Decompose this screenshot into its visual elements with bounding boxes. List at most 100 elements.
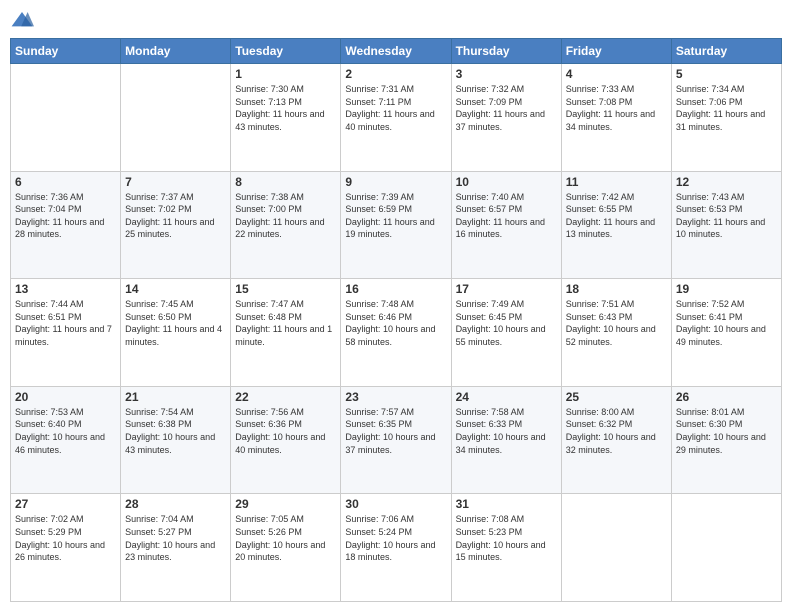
calendar-cell: 11 Sunrise: 7:42 AMSunset: 6:55 PMDayligh… (561, 171, 671, 279)
day-info: Sunrise: 7:54 AMSunset: 6:38 PMDaylight:… (125, 406, 226, 456)
day-info: Sunrise: 7:49 AMSunset: 6:45 PMDaylight:… (456, 298, 557, 348)
calendar-cell: 14 Sunrise: 7:45 AMSunset: 6:50 PMDayligh… (121, 279, 231, 387)
calendar-cell: 22Sunrise: 7:56 AMSunset: 6:36 PMDayligh… (231, 386, 341, 494)
day-number: 24 (456, 390, 557, 404)
day-number: 26 (676, 390, 777, 404)
calendar-cell: 10 Sunrise: 7:40 AMSunset: 6:57 PMDayligh… (451, 171, 561, 279)
calendar-cell: 1Sunrise: 7:30 AMSunset: 7:13 PMDaylight… (231, 64, 341, 172)
calendar-cell: 12Sunrise: 7:43 AMSunset: 6:53 PMDayligh… (671, 171, 781, 279)
day-number: 25 (566, 390, 667, 404)
calendar-week-row: 6 Sunrise: 7:36 AMSunset: 7:04 PMDaylight… (11, 171, 782, 279)
day-number: 21 (125, 390, 226, 404)
calendar-cell: 20 Sunrise: 7:53 AMSunset: 6:40 PMDayligh… (11, 386, 121, 494)
day-info: Sunrise: 7:57 AMSunset: 6:35 PMDaylight:… (345, 406, 446, 456)
calendar-cell (561, 494, 671, 602)
day-info: Sunrise: 7:05 AMSunset: 5:26 PMDaylight:… (235, 513, 336, 563)
day-info: Sunrise: 7:51 AMSunset: 6:43 PMDaylight:… (566, 298, 667, 348)
day-info: Sunrise: 7:32 AMSunset: 7:09 PMDaylight:… (456, 83, 557, 133)
day-info: Sunrise: 7:45 AMSunset: 6:50 PMDaylight:… (125, 298, 226, 348)
day-info: Sunrise: 7:36 AMSunset: 7:04 PMDaylight:… (15, 191, 116, 241)
calendar-cell: 16 Sunrise: 7:48 AMSunset: 6:46 PMDayligh… (341, 279, 451, 387)
calendar-cell: 23 Sunrise: 7:57 AMSunset: 6:35 PMDayligh… (341, 386, 451, 494)
day-info: Sunrise: 7:33 AMSunset: 7:08 PMDaylight:… (566, 83, 667, 133)
day-number: 4 (566, 67, 667, 81)
day-info: Sunrise: 7:47 AMSunset: 6:48 PMDaylight:… (235, 298, 336, 348)
day-info: Sunrise: 7:38 AMSunset: 7:00 PMDaylight:… (235, 191, 336, 241)
calendar-cell: 7 Sunrise: 7:37 AMSunset: 7:02 PMDaylight… (121, 171, 231, 279)
calendar-week-row: 27 Sunrise: 7:02 AMSunset: 5:29 PMDayligh… (11, 494, 782, 602)
calendar-cell: 26 Sunrise: 8:01 AMSunset: 6:30 PMDayligh… (671, 386, 781, 494)
calendar-cell: 6 Sunrise: 7:36 AMSunset: 7:04 PMDaylight… (11, 171, 121, 279)
day-of-week-header: Saturday (671, 39, 781, 64)
day-info: Sunrise: 7:37 AMSunset: 7:02 PMDaylight:… (125, 191, 226, 241)
calendar-cell: 3Sunrise: 7:32 AMSunset: 7:09 PMDaylight… (451, 64, 561, 172)
day-number: 17 (456, 282, 557, 296)
day-number: 18 (566, 282, 667, 296)
calendar-cell (671, 494, 781, 602)
calendar-cell: 5 Sunrise: 7:34 AMSunset: 7:06 PMDaylight… (671, 64, 781, 172)
calendar-cell: 29Sunrise: 7:05 AMSunset: 5:26 PMDayligh… (231, 494, 341, 602)
day-info: Sunrise: 7:58 AMSunset: 6:33 PMDaylight:… (456, 406, 557, 456)
day-number: 31 (456, 497, 557, 511)
day-number: 30 (345, 497, 446, 511)
day-number: 5 (676, 67, 777, 81)
day-info: Sunrise: 7:04 AMSunset: 5:27 PMDaylight:… (125, 513, 226, 563)
day-number: 28 (125, 497, 226, 511)
day-number: 9 (345, 175, 446, 189)
day-info: Sunrise: 8:00 AMSunset: 6:32 PMDaylight:… (566, 406, 667, 456)
calendar-cell: 17 Sunrise: 7:49 AMSunset: 6:45 PMDayligh… (451, 279, 561, 387)
calendar-cell (121, 64, 231, 172)
day-number: 14 (125, 282, 226, 296)
logo (10, 10, 38, 30)
day-number: 20 (15, 390, 116, 404)
day-info: Sunrise: 7:31 AMSunset: 7:11 PMDaylight:… (345, 83, 446, 133)
day-info: Sunrise: 7:39 AMSunset: 6:59 PMDaylight:… (345, 191, 446, 241)
logo-icon (10, 10, 34, 30)
day-number: 8 (235, 175, 336, 189)
calendar-cell: 13Sunrise: 7:44 AMSunset: 6:51 PMDayligh… (11, 279, 121, 387)
calendar-cell: 24 Sunrise: 7:58 AMSunset: 6:33 PMDayligh… (451, 386, 561, 494)
day-number: 15 (235, 282, 336, 296)
calendar-table: SundayMondayTuesdayWednesdayThursdayFrid… (10, 38, 782, 602)
day-info: Sunrise: 7:06 AMSunset: 5:24 PMDaylight:… (345, 513, 446, 563)
calendar-cell: 4 Sunrise: 7:33 AMSunset: 7:08 PMDaylight… (561, 64, 671, 172)
day-of-week-header: Wednesday (341, 39, 451, 64)
calendar-cell: 19 Sunrise: 7:52 AMSunset: 6:41 PMDayligh… (671, 279, 781, 387)
day-of-week-header: Sunday (11, 39, 121, 64)
day-info: Sunrise: 7:02 AMSunset: 5:29 PMDaylight:… (15, 513, 116, 563)
day-number: 19 (676, 282, 777, 296)
day-number: 6 (15, 175, 116, 189)
day-of-week-header: Tuesday (231, 39, 341, 64)
day-info: Sunrise: 7:40 AMSunset: 6:57 PMDaylight:… (456, 191, 557, 241)
day-number: 12 (676, 175, 777, 189)
day-number: 27 (15, 497, 116, 511)
day-number: 11 (566, 175, 667, 189)
calendar-cell: 2 Sunrise: 7:31 AMSunset: 7:11 PMDaylight… (341, 64, 451, 172)
calendar-cell: 9 Sunrise: 7:39 AMSunset: 6:59 PMDaylight… (341, 171, 451, 279)
day-info: Sunrise: 7:52 AMSunset: 6:41 PMDaylight:… (676, 298, 777, 348)
calendar-cell: 30 Sunrise: 7:06 AMSunset: 5:24 PMDayligh… (341, 494, 451, 602)
calendar-cell: 15 Sunrise: 7:47 AMSunset: 6:48 PMDayligh… (231, 279, 341, 387)
day-number: 23 (345, 390, 446, 404)
calendar-cell: 25 Sunrise: 8:00 AMSunset: 6:32 PMDayligh… (561, 386, 671, 494)
day-of-week-header: Thursday (451, 39, 561, 64)
header (10, 10, 782, 30)
day-info: Sunrise: 7:34 AMSunset: 7:06 PMDaylight:… (676, 83, 777, 133)
day-info: Sunrise: 8:01 AMSunset: 6:30 PMDaylight:… (676, 406, 777, 456)
day-number: 16 (345, 282, 446, 296)
day-info: Sunrise: 7:42 AMSunset: 6:55 PMDaylight:… (566, 191, 667, 241)
day-number: 2 (345, 67, 446, 81)
day-info: Sunrise: 7:48 AMSunset: 6:46 PMDaylight:… (345, 298, 446, 348)
day-info: Sunrise: 7:08 AMSunset: 5:23 PMDaylight:… (456, 513, 557, 563)
calendar-week-row: 1Sunrise: 7:30 AMSunset: 7:13 PMDaylight… (11, 64, 782, 172)
calendar-week-row: 20 Sunrise: 7:53 AMSunset: 6:40 PMDayligh… (11, 386, 782, 494)
day-of-week-header: Friday (561, 39, 671, 64)
day-info: Sunrise: 7:53 AMSunset: 6:40 PMDaylight:… (15, 406, 116, 456)
calendar-header-row: SundayMondayTuesdayWednesdayThursdayFrid… (11, 39, 782, 64)
calendar-cell: 21 Sunrise: 7:54 AMSunset: 6:38 PMDayligh… (121, 386, 231, 494)
calendar-week-row: 13Sunrise: 7:44 AMSunset: 6:51 PMDayligh… (11, 279, 782, 387)
day-number: 10 (456, 175, 557, 189)
day-number: 7 (125, 175, 226, 189)
page: SundayMondayTuesdayWednesdayThursdayFrid… (0, 0, 792, 612)
day-of-week-header: Monday (121, 39, 231, 64)
